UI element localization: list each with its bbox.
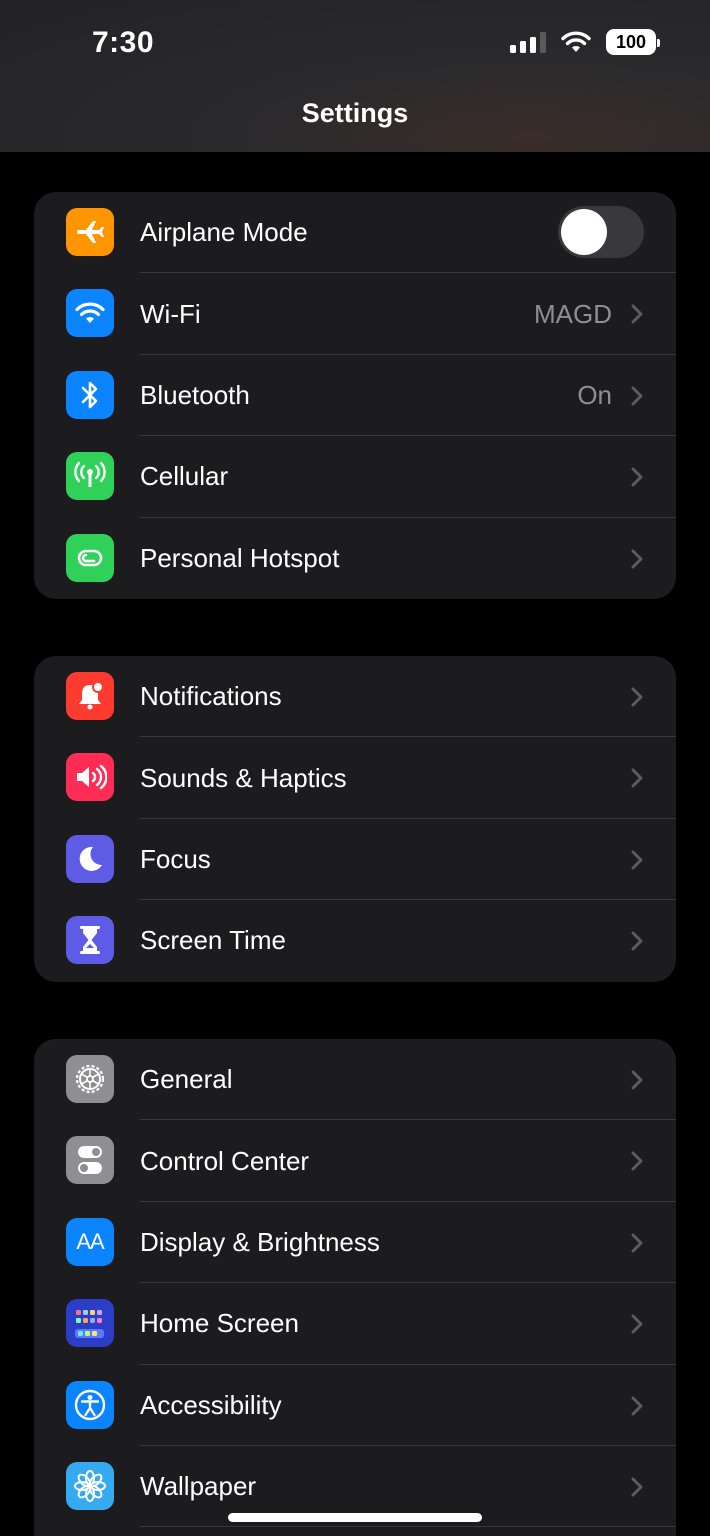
bluetooth-icon <box>66 370 114 419</box>
settings-row-label: General <box>140 1064 233 1095</box>
chevron-right-icon <box>631 850 643 870</box>
page-title: Settings <box>301 98 409 128</box>
chevron-right-icon <box>631 1314 643 1334</box>
chevron-right-icon <box>631 549 643 569</box>
chevron-right-icon <box>631 1477 643 1497</box>
home-indicator[interactable] <box>228 1513 482 1522</box>
chevron-right-icon <box>631 1070 643 1090</box>
battery-level: 100 <box>615 31 647 52</box>
bluetooth-status-value: On <box>577 379 612 410</box>
chevron-right-icon <box>631 304 643 324</box>
settings-row-label: Wi-Fi <box>140 298 201 329</box>
text-size-glyph: AA <box>76 1228 104 1254</box>
status-time: 7:30 <box>92 26 155 59</box>
settings-row-label: Focus <box>140 843 211 874</box>
settings-row-general[interactable]: General <box>34 1039 676 1121</box>
hotspot-icon <box>66 533 114 582</box>
flower-icon <box>66 1461 114 1510</box>
status-and-nav-bar: 7:30 100 Settings <box>0 0 710 152</box>
row-divider <box>140 1526 676 1528</box>
settings-row-wifi[interactable]: Wi-Fi MAGD <box>34 273 676 355</box>
settings-row-airplane-mode[interactable]: Airplane Mode <box>34 192 676 274</box>
toggle-knob <box>561 209 607 255</box>
cellular-icon <box>66 452 114 501</box>
settings-row-label: Display & Brightness <box>140 1226 380 1257</box>
chevron-right-icon <box>631 467 643 487</box>
bell-icon <box>66 672 114 720</box>
text-size-icon: AA <box>66 1217 114 1266</box>
settings-row-label: Notifications <box>140 681 282 712</box>
settings-row-accessibility[interactable]: Accessibility <box>34 1365 676 1446</box>
wifi-icon <box>561 31 591 52</box>
settings-row-label: Screen Time <box>140 925 286 956</box>
home-grid-icon <box>66 1299 114 1348</box>
settings-row-label: Airplane Mode <box>140 217 308 248</box>
settings-row-personal-hotspot[interactable]: Personal Hotspot <box>34 518 676 599</box>
chevron-right-icon <box>631 687 643 707</box>
settings-row-home-screen[interactable]: Home Screen <box>34 1283 676 1365</box>
settings-row-label: Bluetooth <box>140 379 250 410</box>
settings-group-notifications: Notifications Sounds & Haptics Focus Scr… <box>34 656 676 982</box>
settings-group-general: General Control Center AA Display & Brig… <box>34 1039 676 1536</box>
battery-icon: 100 <box>606 29 660 55</box>
chevron-right-icon <box>631 931 643 951</box>
settings-row-notifications[interactable]: Notifications <box>34 656 676 738</box>
chevron-right-icon <box>631 1151 643 1171</box>
settings-row-sounds-haptics[interactable]: Sounds & Haptics <box>34 737 676 819</box>
settings-row-focus[interactable]: Focus <box>34 819 676 901</box>
accessibility-icon <box>66 1380 114 1429</box>
settings-row-display-brightness[interactable]: AA Display & Brightness <box>34 1202 676 1284</box>
switches-icon <box>66 1136 114 1185</box>
settings-row-label: Cellular <box>140 461 229 492</box>
settings-group-connectivity: Airplane Mode Wi-Fi MAGD Bluetooth On Ce… <box>34 192 676 599</box>
settings-row-cellular[interactable]: Cellular <box>34 436 676 518</box>
settings-row-screen-time[interactable]: Screen Time <box>34 900 676 981</box>
speaker-icon <box>66 753 114 802</box>
hourglass-icon <box>66 916 114 965</box>
settings-row-control-center[interactable]: Control Center <box>34 1120 676 1202</box>
settings-row-label: Sounds & Haptics <box>140 762 347 793</box>
settings-row-label: Accessibility <box>140 1389 282 1420</box>
wifi-network-value: MAGD <box>534 298 612 329</box>
airplane-icon <box>66 208 114 256</box>
settings-row-label: Wallpaper <box>140 1471 257 1502</box>
chevron-right-icon <box>631 1396 643 1416</box>
signal-icon <box>510 31 546 53</box>
settings-row-label: Personal Hotspot <box>140 542 340 573</box>
moon-icon <box>66 834 114 883</box>
settings-row-bluetooth[interactable]: Bluetooth On <box>34 355 676 437</box>
settings-row-label: Home Screen <box>140 1308 299 1339</box>
chevron-right-icon <box>631 768 643 788</box>
airplane-mode-toggle[interactable] <box>558 206 644 258</box>
gear-icon <box>66 1055 114 1103</box>
wifi-icon <box>66 289 114 338</box>
status-icons: 100 <box>510 29 660 55</box>
settings-row-label: Control Center <box>140 1145 310 1176</box>
chevron-right-icon <box>631 386 643 406</box>
chevron-right-icon <box>631 1233 643 1253</box>
